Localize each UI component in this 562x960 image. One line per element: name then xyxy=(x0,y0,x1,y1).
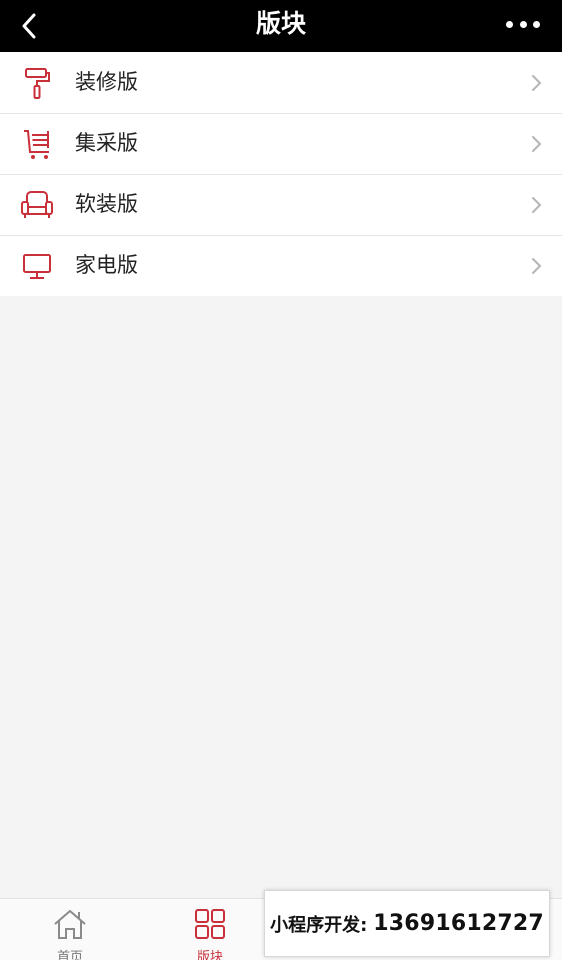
shopping-cart-icon xyxy=(20,127,54,161)
chevron-right-icon xyxy=(532,136,542,152)
list-item-decoration[interactable]: 装修版 xyxy=(0,52,562,113)
list-item-home-appliance[interactable]: 家电版 xyxy=(0,235,562,296)
promo-phone-number: 13691612727 xyxy=(373,911,544,936)
grid-icon xyxy=(195,909,225,939)
top-bar: 版块 xyxy=(0,0,562,52)
list-item-label: 家电版 xyxy=(75,253,138,277)
list-item-label: 装修版 xyxy=(75,70,138,94)
more-options-button[interactable] xyxy=(506,16,540,32)
page-title: 版块 xyxy=(255,9,306,38)
chevron-right-icon xyxy=(532,75,542,91)
chevron-right-icon xyxy=(532,258,542,274)
dot-icon xyxy=(506,20,513,28)
armchair-icon xyxy=(20,188,54,222)
tab-home[interactable]: 首页 xyxy=(0,899,140,960)
dot-icon xyxy=(519,20,527,28)
list-item-label: 软装版 xyxy=(75,192,138,216)
chevron-right-icon xyxy=(532,197,542,213)
paint-roller-icon xyxy=(20,66,54,100)
promo-label: 小程序开发: xyxy=(270,914,368,936)
promo-banner[interactable]: 小程序开发: 13691612727 xyxy=(264,890,550,957)
tab-label: 首页 xyxy=(56,950,83,960)
dot-icon xyxy=(533,20,540,28)
list-item-procurement[interactable]: 集采版 xyxy=(0,113,562,174)
page: 版块 装修版 集采版 软装版 家电版 首页 版块 小程序开发: 13691612… xyxy=(0,0,562,960)
tab-sections[interactable]: 版块 xyxy=(140,899,280,960)
monitor-icon xyxy=(20,249,54,283)
tab-label: 版块 xyxy=(196,950,223,960)
section-list: 装修版 集采版 软装版 家电版 xyxy=(0,52,562,296)
list-item-soft-furnishing[interactable]: 软装版 xyxy=(0,174,562,235)
list-item-label: 集采版 xyxy=(75,131,138,155)
home-icon xyxy=(54,910,86,939)
